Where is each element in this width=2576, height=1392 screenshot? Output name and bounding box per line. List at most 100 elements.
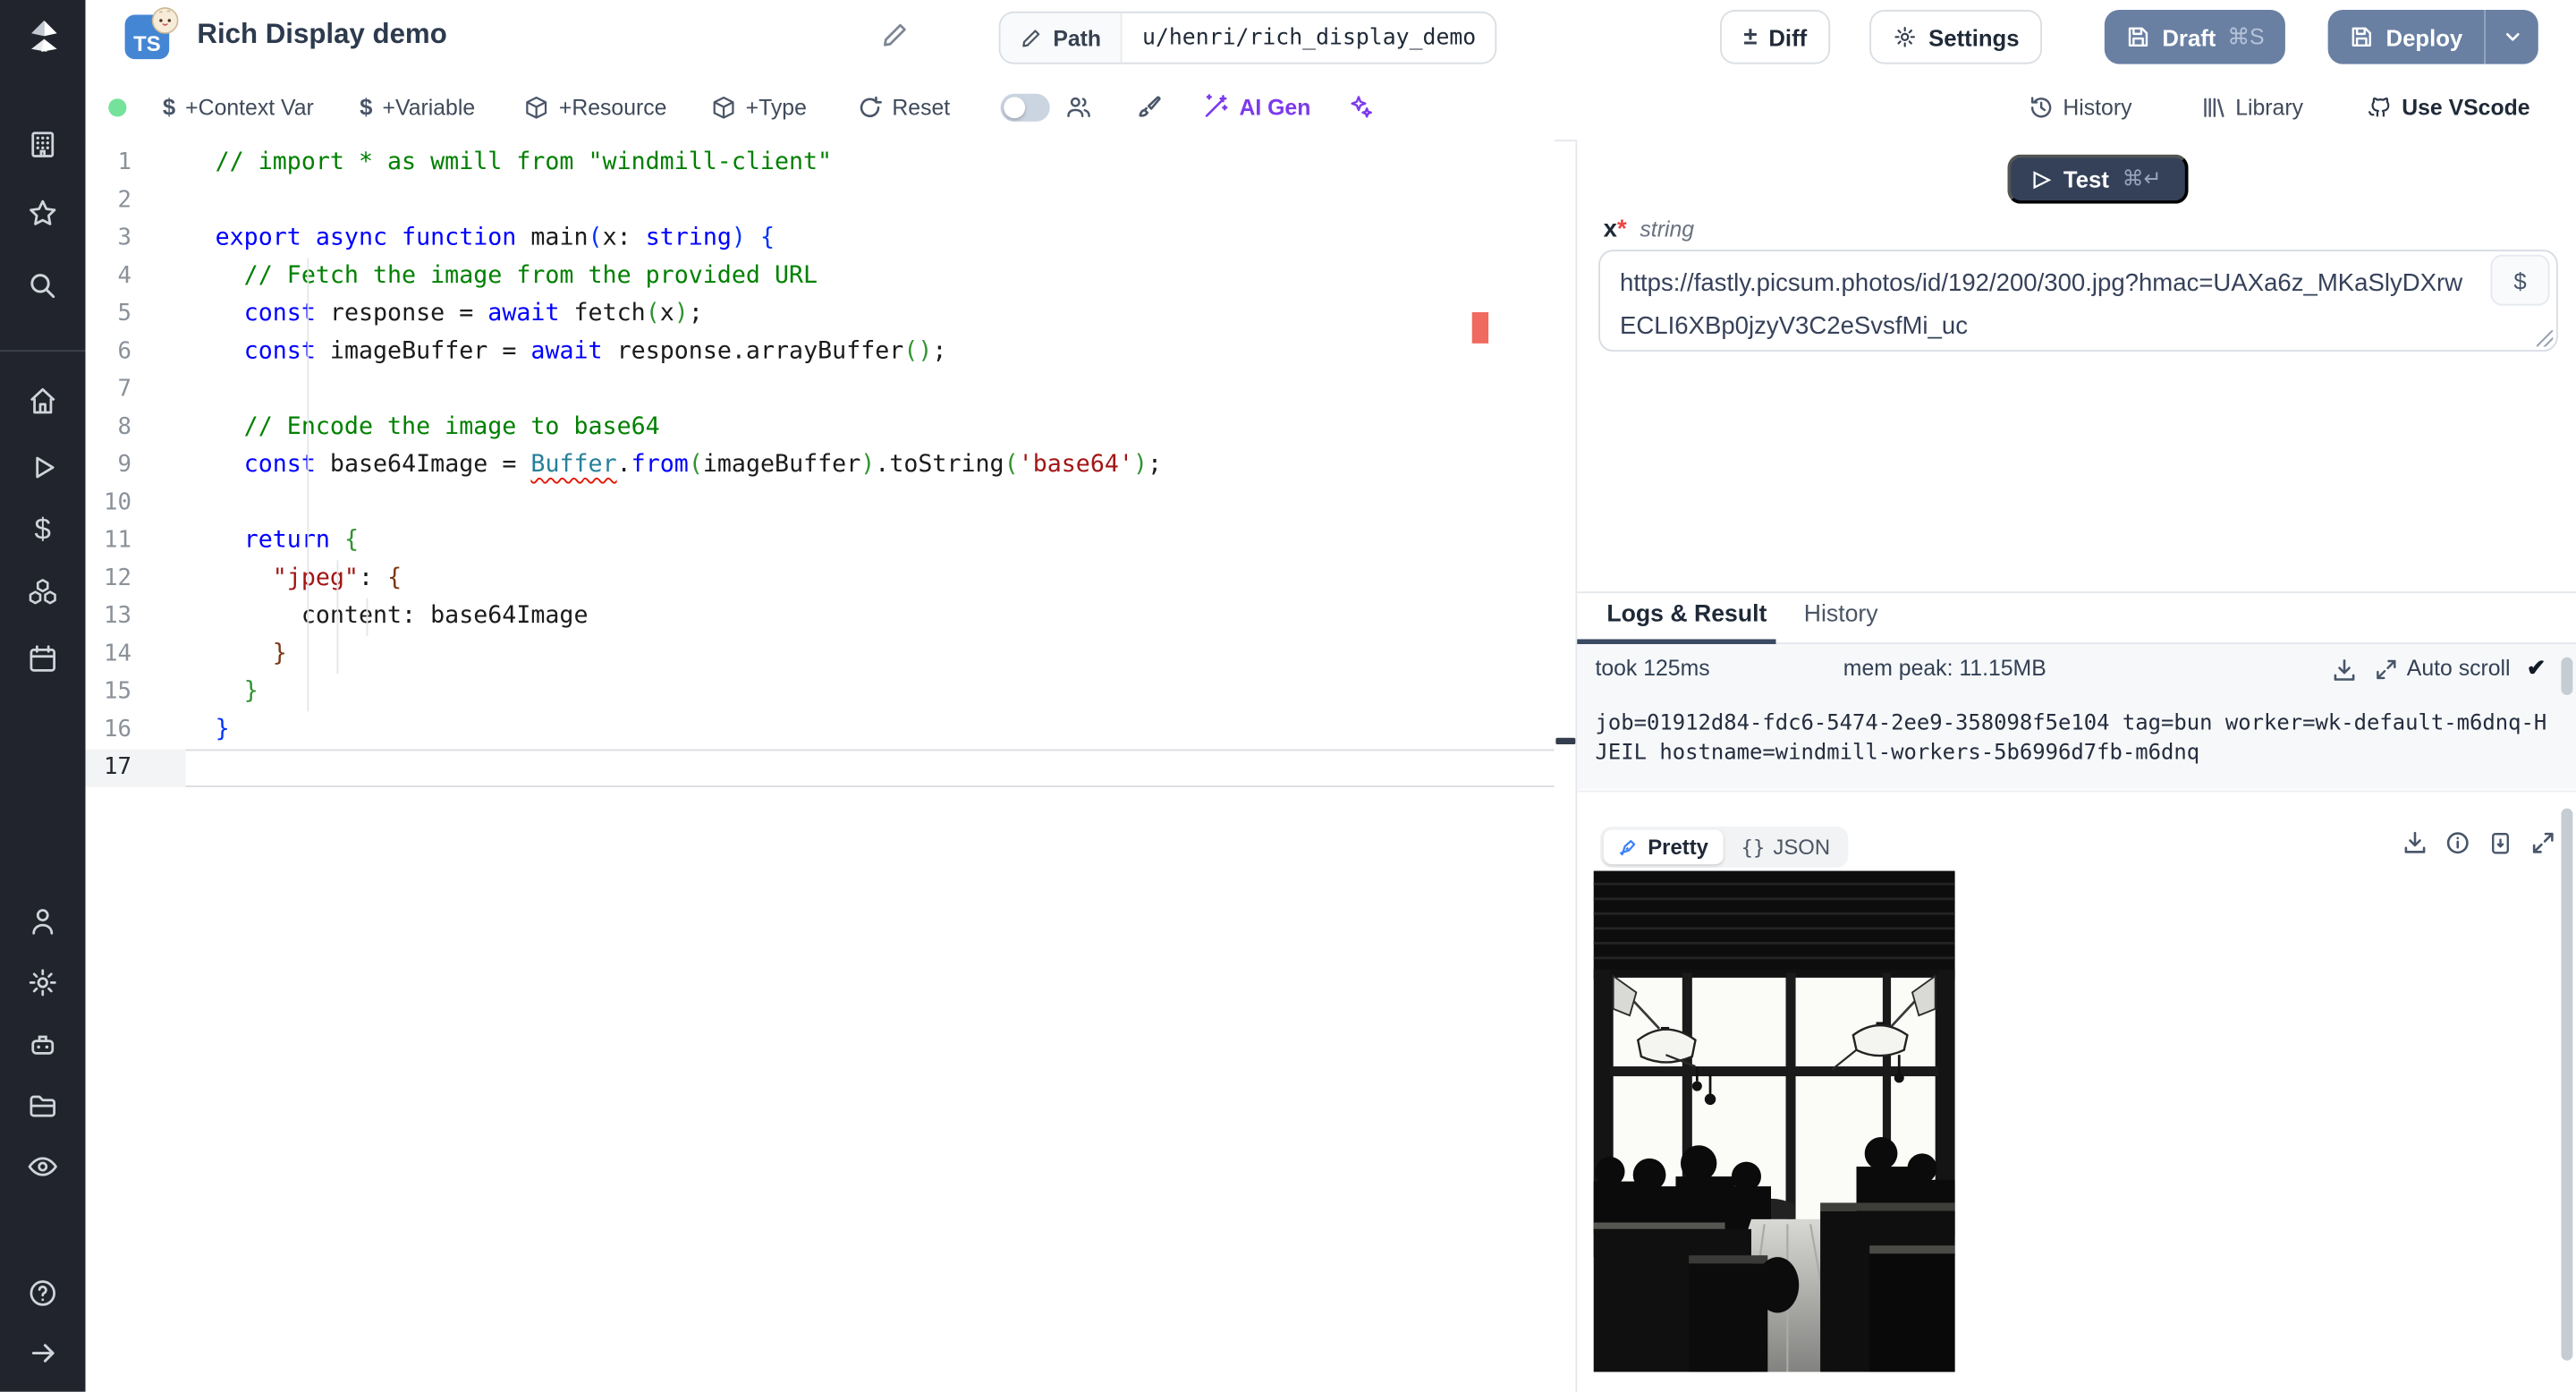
sidebar-item-home[interactable] <box>0 379 86 422</box>
tab-history[interactable]: History <box>1804 601 1878 627</box>
sidebar-item-users[interactable] <box>0 901 86 944</box>
use-vscode-button[interactable]: Use VScode <box>2366 94 2530 120</box>
log-scrollbar[interactable] <box>2561 657 2573 695</box>
code-line: 1 // import * as wmill from "windmill-cli… <box>86 145 1555 182</box>
header-row: TS Rich Display demo Path u/henri/rich_d… <box>86 0 2576 74</box>
code-editor[interactable]: 1 // import * as wmill from "windmill-cli… <box>85 140 1555 1392</box>
line-number: 1 <box>117 149 131 176</box>
expand-logs-button[interactable] <box>2374 658 2399 683</box>
code-line: 11 return { <box>86 522 1555 560</box>
deploy-dropdown-button[interactable] <box>2486 10 2538 64</box>
dollar-icon: $ <box>2513 267 2527 293</box>
line-content: export async function main(x: string) { <box>215 225 775 252</box>
add-type-button[interactable]: +Type <box>711 94 807 120</box>
sidebar-item-audit-logs[interactable] <box>0 1145 86 1188</box>
code-line: 6 const imageBuffer = await response.arr… <box>86 334 1555 371</box>
argument-input[interactable]: https://fastly.picsum.photos/id/192/200/… <box>1598 250 2558 352</box>
resize-grip[interactable] <box>2536 330 2554 347</box>
robot-icon <box>31 1035 55 1055</box>
download-logs-button[interactable] <box>2331 658 2357 683</box>
user-icon <box>32 909 54 935</box>
panel-resize-handle[interactable] <box>1555 737 1576 745</box>
sidebar-expand[interactable] <box>0 1331 86 1374</box>
settings-button[interactable]: Settings <box>1868 10 2043 64</box>
sidebar-item-resources[interactable] <box>0 572 86 615</box>
library-button[interactable]: Library <box>2201 95 2303 119</box>
users-icon <box>1067 96 1091 117</box>
copy-result-button[interactable] <box>2487 830 2513 856</box>
ai-sparkles-button[interactable] <box>1347 94 1373 120</box>
deploy-button[interactable]: Deploy <box>2328 10 2484 64</box>
sidebar-item-runs[interactable] <box>0 446 86 488</box>
download-result-button[interactable] <box>2402 830 2428 856</box>
test-button[interactable]: ▷ Test ⌘↵ <box>2007 154 2188 204</box>
line-number: 2 <box>117 187 131 214</box>
duration-text: took 125ms <box>1595 655 1710 681</box>
bun-runtime-icon <box>151 7 179 34</box>
result-scrollbar[interactable] <box>2561 808 2573 1361</box>
tab-logs-result[interactable]: Logs & Result <box>1606 601 1767 627</box>
sidebar-item-help[interactable] <box>0 1272 86 1315</box>
page-title: Rich Display demo <box>197 18 447 50</box>
argument-header: x* string <box>1604 216 1694 243</box>
line-content: const response = await fetch(x); <box>243 301 703 327</box>
toolbar-right: History Library Use VScode <box>2029 94 2530 120</box>
gear-icon <box>1894 27 1915 47</box>
line-number: 17 <box>85 749 186 787</box>
code-line: 4 // Fetch the image from the provided U… <box>86 258 1555 295</box>
save-icon <box>2352 27 2372 47</box>
diff-mode-toggle[interactable] <box>1001 92 1051 121</box>
sparkles-icon <box>1351 96 1372 118</box>
package-icon <box>526 96 547 118</box>
history-label: History <box>2063 94 2132 120</box>
sidebar-divider <box>0 350 86 352</box>
draft-button[interactable]: Draft ⌘S <box>2105 10 2286 64</box>
download-icon <box>2404 831 2426 853</box>
expand-result-button[interactable] <box>2530 830 2556 856</box>
settings-label: Settings <box>1928 23 2020 51</box>
windmill-logo[interactable] <box>0 15 86 58</box>
context-var-label: +Context Var <box>185 94 314 120</box>
format-button[interactable] <box>1136 94 1162 120</box>
json-tab[interactable]: {} JSON <box>1726 830 1844 865</box>
add-variable-button[interactable]: $ +Variable <box>360 94 475 120</box>
app-window: $ TS Rich Display demo Path u/henri/rich… <box>0 0 2576 1392</box>
line-number: 16 <box>103 716 131 743</box>
expand-icon <box>2532 832 2554 853</box>
reset-button[interactable]: Reset <box>858 95 950 119</box>
sidebar-item-favorites[interactable] <box>0 192 86 235</box>
check-icon[interactable]: ✔ <box>2527 654 2546 682</box>
sidebar: $ <box>0 0 86 1392</box>
line-number: 7 <box>117 376 131 403</box>
sidebar-item-workers[interactable] <box>0 1023 86 1066</box>
header-actions: ± Diff Settings Draft ⌘S Deploy <box>1720 10 2538 64</box>
add-context-var-button[interactable]: $ +Context Var <box>163 94 314 120</box>
line-number: 13 <box>103 603 131 630</box>
pen-icon <box>1620 839 1636 856</box>
sidebar-item-search[interactable] <box>0 265 86 308</box>
insert-variable-button[interactable]: $ <box>2490 254 2550 306</box>
sidebar-item-workspace[interactable] <box>0 123 86 166</box>
pretty-tab[interactable]: Pretty <box>1603 829 1724 865</box>
sidebar-item-schedules[interactable] <box>0 638 86 681</box>
result-info-button[interactable] <box>2445 830 2470 856</box>
sidebar-item-settings[interactable] <box>0 961 86 1004</box>
gear-icon <box>29 969 56 997</box>
code-lines: 1 // import * as wmill from "windmill-cli… <box>85 140 1555 787</box>
type-label: +Type <box>745 94 807 120</box>
magic-wand-icon <box>1206 94 1228 117</box>
sidebar-item-folders[interactable] <box>0 1084 86 1127</box>
sidebar-item-variables[interactable]: $ <box>0 508 86 551</box>
auto-scroll-label[interactable]: Auto scroll <box>2407 656 2511 681</box>
ai-gen-button[interactable]: AI Gen <box>1203 94 1310 120</box>
multiplayer-button[interactable] <box>1065 93 1093 121</box>
path-edit-button[interactable]: Path <box>1000 13 1123 63</box>
line-number: 12 <box>103 564 131 592</box>
diff-button[interactable]: ± Diff <box>1720 10 1830 64</box>
line-content: // import * as wmill from "windmill-clie… <box>215 149 833 176</box>
history-button[interactable]: History <box>2029 94 2132 120</box>
edit-summary-icon[interactable] <box>880 21 908 49</box>
add-resource-button[interactable]: +Resource <box>524 95 666 119</box>
result-view-switch: Pretty {} JSON <box>1599 826 1849 868</box>
path-chip[interactable]: Path u/henri/rich_display_demo <box>998 11 1498 64</box>
